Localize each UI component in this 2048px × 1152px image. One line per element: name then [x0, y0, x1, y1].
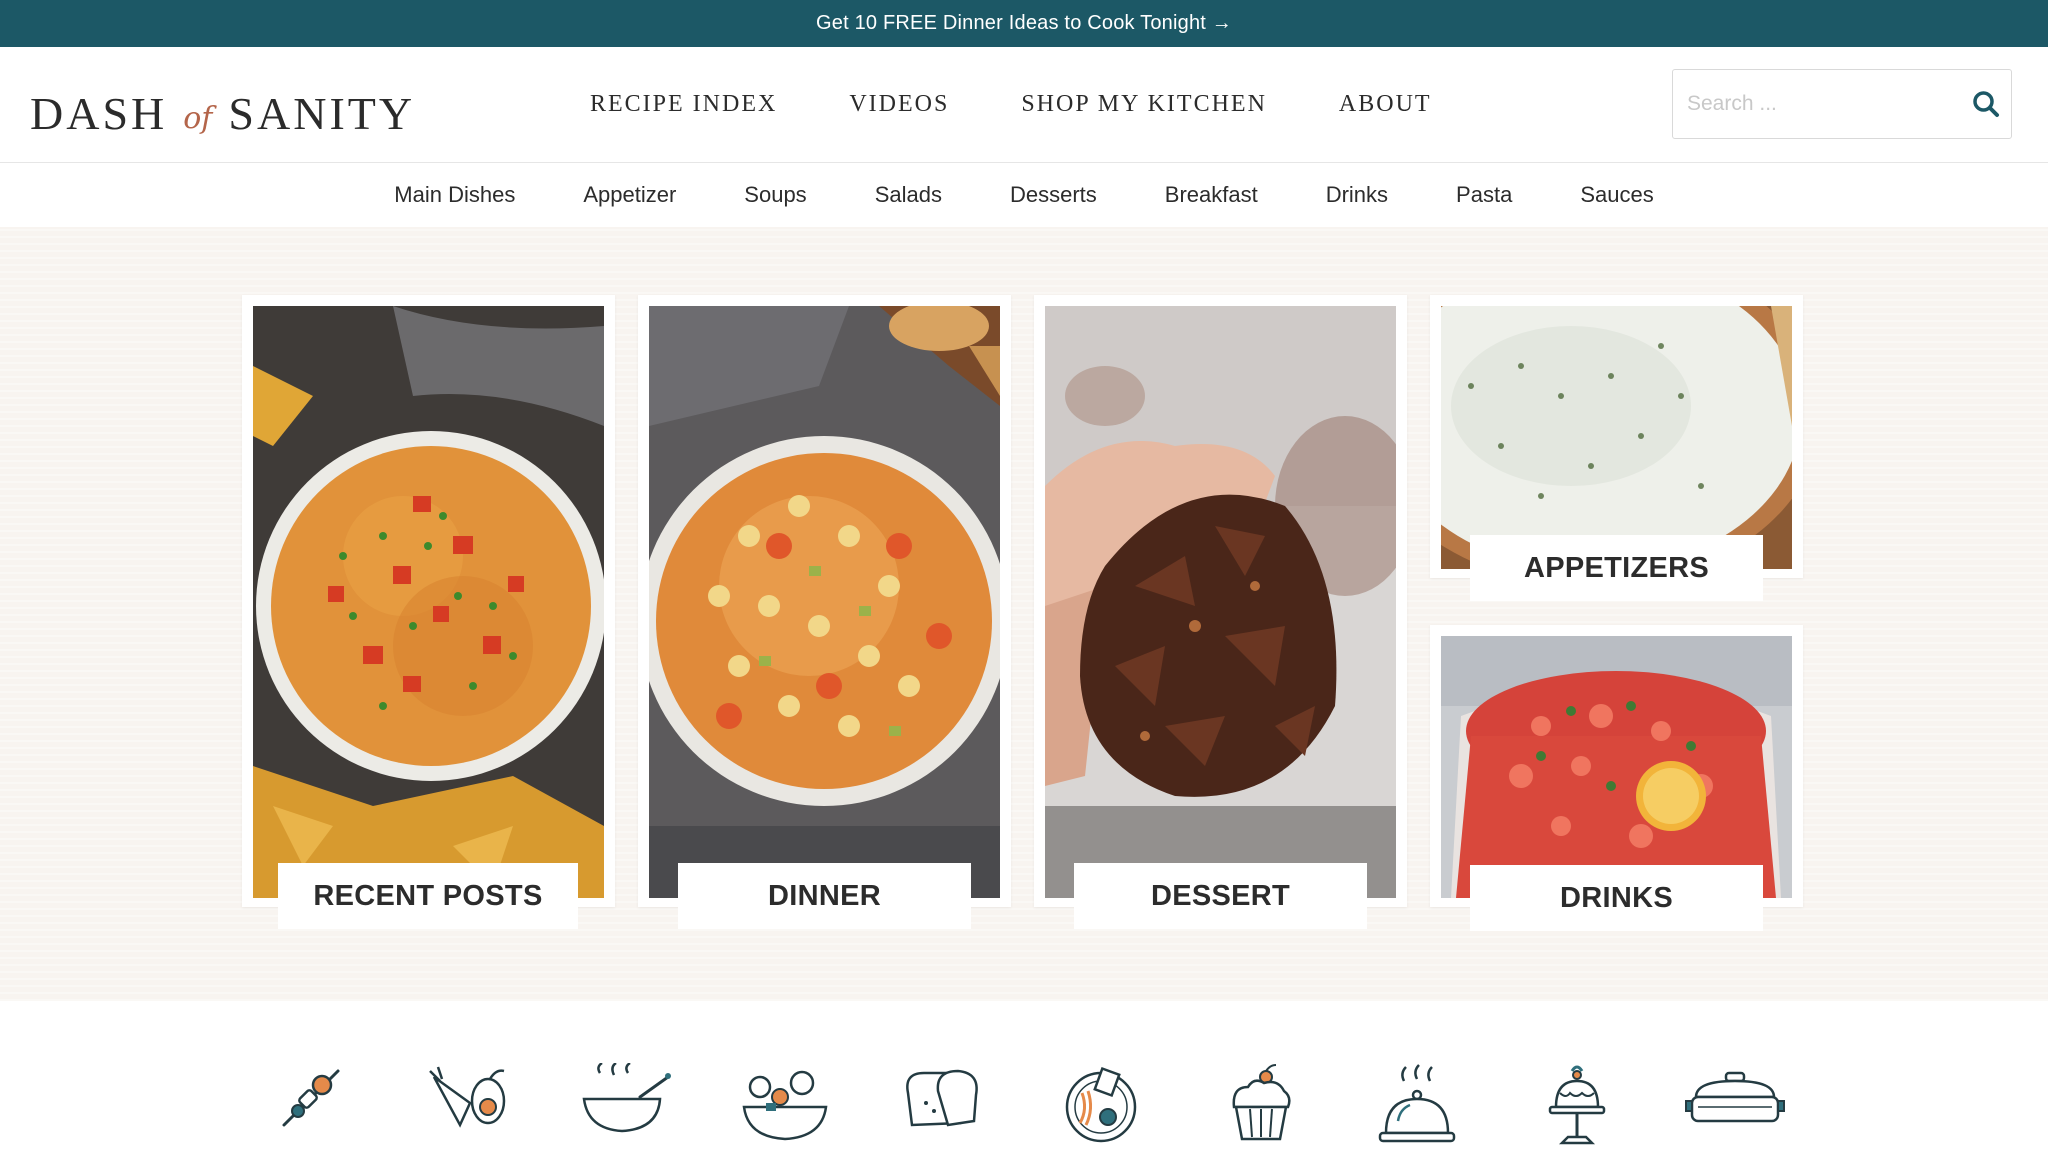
breakfast-plate-icon[interactable]: [1064, 1063, 1138, 1148]
cloche-icon[interactable]: [1378, 1063, 1456, 1152]
subnav-salads[interactable]: Salads: [875, 182, 942, 208]
card-drinks[interactable]: DRINKS: [1430, 625, 1803, 931]
logo-word-dash: DASH: [30, 87, 168, 139]
site-logo[interactable]: DASH of SANITY: [30, 73, 415, 153]
card-label: APPETIZERS: [1470, 535, 1763, 601]
pasta-soup-bowl-photo: [649, 306, 1000, 898]
salad-bowl-icon[interactable]: [740, 1063, 830, 1148]
card-appetizers[interactable]: APPETIZERS: [1430, 295, 1803, 601]
card-label: DESSERT: [1074, 863, 1367, 929]
subnav-soups[interactable]: Soups: [744, 182, 806, 208]
spinach-dip-photo: [1441, 306, 1792, 569]
search-button[interactable]: [1960, 74, 2011, 134]
category-icon-row: [0, 1001, 2048, 1151]
card-label: RECENT POSTS: [278, 863, 578, 929]
casserole-dish-icon[interactable]: [1684, 1063, 1786, 1138]
search-box: [1672, 69, 2012, 139]
cake-stand-icon[interactable]: [1546, 1063, 1608, 1152]
nav-shop-my-kitchen[interactable]: SHOP MY KITCHEN: [1021, 91, 1267, 118]
logo-word-of: of: [183, 100, 213, 136]
subnav-pasta[interactable]: Pasta: [1456, 182, 1512, 208]
featured-categories: RECENT POSTS DINNER DESSERT APPETIZERS D…: [0, 227, 2048, 1001]
soup-bowl-icon[interactable]: [580, 1061, 672, 1148]
card-dessert[interactable]: DESSERT: [1034, 295, 1407, 929]
announcement-link[interactable]: Get 10 FREE Dinner Ideas to Cook Tonight…: [816, 12, 1232, 35]
card-dinner[interactable]: DINNER: [638, 295, 1011, 929]
card-label: DINNER: [678, 863, 971, 929]
chocolate-cluster-photo: [1045, 306, 1396, 898]
subnav-appetizer[interactable]: Appetizer: [583, 182, 676, 208]
bread-icon[interactable]: [900, 1063, 984, 1138]
cupcake-icon[interactable]: [1228, 1063, 1294, 1148]
subnav-main-dishes[interactable]: Main Dishes: [394, 182, 515, 208]
vegetables-icon[interactable]: [424, 1063, 514, 1138]
subnav-breakfast[interactable]: Breakfast: [1165, 182, 1258, 208]
nav-recipe-index[interactable]: RECIPE INDEX: [590, 91, 777, 118]
site-header: DASH of SANITY RECIPE INDEX VIDEOS SHOP …: [0, 47, 2048, 163]
main-nav: RECIPE INDEX VIDEOS SHOP MY KITCHEN ABOU…: [590, 47, 1504, 162]
queso-dip-bowl-photo: [253, 306, 604, 898]
berry-drink-photo: [1441, 636, 1792, 898]
nav-about[interactable]: ABOUT: [1339, 91, 1432, 118]
category-subnav: Main Dishes Appetizer Soups Salads Desse…: [0, 163, 2048, 227]
subnav-drinks[interactable]: Drinks: [1326, 182, 1388, 208]
nav-videos[interactable]: VIDEOS: [849, 91, 949, 118]
announcement-bar: Get 10 FREE Dinner Ideas to Cook Tonight…: [0, 0, 2048, 47]
card-label: DRINKS: [1470, 865, 1763, 931]
logo-word-sanity: SANITY: [228, 87, 416, 139]
search-icon: [1972, 91, 1999, 117]
subnav-sauces[interactable]: Sauces: [1580, 182, 1653, 208]
search-input[interactable]: [1673, 73, 1960, 135]
subnav-desserts[interactable]: Desserts: [1010, 182, 1097, 208]
card-recent-posts[interactable]: RECENT POSTS: [242, 295, 615, 929]
skewer-icon[interactable]: [276, 1063, 346, 1138]
